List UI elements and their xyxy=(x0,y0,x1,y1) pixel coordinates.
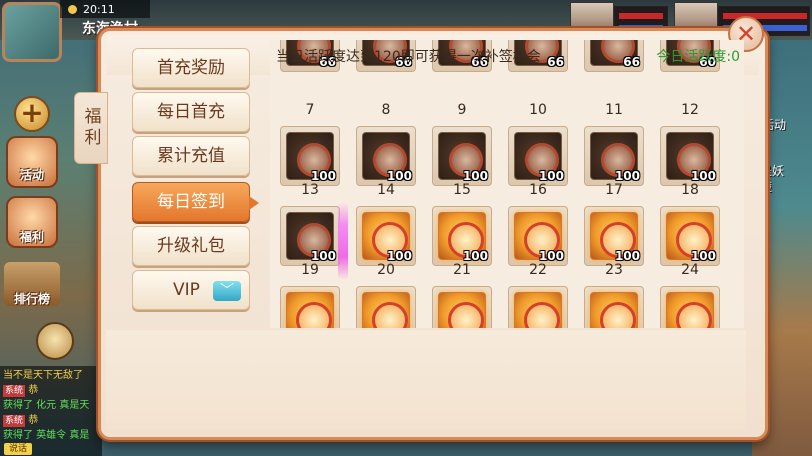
day-number: 21 xyxy=(453,262,471,278)
reward-quantity: 100 xyxy=(462,249,488,263)
signin-reward-cell[interactable]: 100 xyxy=(660,286,720,328)
signin-reward-cell[interactable]: 100 xyxy=(584,286,644,328)
menu-label: 累计充值 xyxy=(157,146,225,166)
day-number: 22 xyxy=(529,262,547,278)
day-number: 16 xyxy=(529,182,547,198)
dialog-bottom-area xyxy=(106,330,746,430)
reward-quantity: 66 xyxy=(547,55,564,69)
coin-icon xyxy=(68,4,77,14)
player-avatar[interactable] xyxy=(2,2,62,62)
signin-reward-cell[interactable]: 100 xyxy=(356,126,416,186)
signin-reward-cell[interactable]: 100 xyxy=(508,206,568,266)
chat-input-tag[interactable]: 说话 xyxy=(4,443,32,455)
signin-reward-cell[interactable]: 100 xyxy=(280,286,340,328)
day-number: 19 xyxy=(301,262,319,278)
signin-reward-cell[interactable]: 100 xyxy=(508,286,568,328)
welfare-icon-label: 福利 xyxy=(19,230,44,244)
signin-grid-area[interactable]: 66 66 66 66 66 60 100 100 100 100 100 100 100 100 100 1… xyxy=(270,40,744,328)
reward-quantity: 100 xyxy=(386,169,412,183)
target-hp-bar xyxy=(619,13,663,19)
reward-quantity: 100 xyxy=(614,169,640,183)
menu-label: VIP xyxy=(173,280,200,300)
leaderboard-icon-label: 排行榜 xyxy=(13,292,50,306)
reward-quantity: 100 xyxy=(538,169,564,183)
day-number: 10 xyxy=(529,102,547,118)
day-number: 13 xyxy=(301,182,319,198)
reward-quantity: 100 xyxy=(310,249,336,263)
day-number: 8 xyxy=(381,102,391,118)
reward-quantity: 100 xyxy=(462,169,488,183)
menu-daily-signin[interactable]: 每日签到 xyxy=(132,182,259,222)
day-number: 7 xyxy=(305,102,315,118)
signin-reward-cell[interactable]: 100 xyxy=(280,126,340,186)
chat-bubble-button[interactable] xyxy=(36,322,74,360)
expand-plus-button[interactable]: + xyxy=(14,96,50,132)
signin-reward-cell[interactable]: 100 xyxy=(356,286,416,328)
reward-quantity: 100 xyxy=(310,169,336,183)
reward-quantity: 100 xyxy=(690,249,716,263)
signin-reward-cell[interactable]: 100 xyxy=(432,126,492,186)
day-number: 24 xyxy=(681,262,699,278)
day-number: 14 xyxy=(377,182,395,198)
menu-daily-first-recharge[interactable]: 每日首充 xyxy=(132,92,250,132)
day-number: 20 xyxy=(377,262,395,278)
chat-line: 当不是天下无敌了 xyxy=(3,370,83,381)
clock-time: 20:11 xyxy=(83,2,115,16)
signin-reward-cell[interactable]: 100 xyxy=(432,206,492,266)
welfare-side-tab[interactable]: 福利 xyxy=(74,92,108,164)
makeup-signin-note: 当日活跃度达到120即可获得一次补签机会 xyxy=(276,49,541,65)
activity-icon-label: 活动 xyxy=(19,168,44,182)
menu-first-recharge[interactable]: 首充奖励 xyxy=(132,48,250,88)
menu-vip[interactable]: VIP ﹀ xyxy=(132,270,250,310)
signin-reward-cell[interactable]: 100 xyxy=(432,286,492,328)
day-number: 18 xyxy=(681,182,699,198)
menu-cumulative-recharge[interactable]: 累计充值 xyxy=(132,136,250,176)
signin-reward-cell[interactable]: 100 xyxy=(660,126,720,186)
reward-quantity: 100 xyxy=(386,249,412,263)
reward-quantity: 100 xyxy=(690,169,716,183)
day-number: 12 xyxy=(681,102,699,118)
menu-label: 升级礼包 xyxy=(157,236,225,256)
today-activity: 今日活跃度:0 xyxy=(656,49,740,65)
reward-item-icon xyxy=(286,292,334,328)
reward-item-icon xyxy=(666,292,714,328)
signin-reward-cell[interactable]: 100 xyxy=(584,126,644,186)
menu-levelup-gift[interactable]: 升级礼包 xyxy=(132,226,250,266)
reward-item-icon xyxy=(590,292,638,328)
day-number: 23 xyxy=(605,262,623,278)
chat-line: 获得了 化元 真是天 xyxy=(3,400,90,411)
signin-reward-cell[interactable]: 100 xyxy=(508,126,568,186)
signin-reward-cell[interactable]: 100 xyxy=(660,206,720,266)
chevron-down-icon[interactable]: ﹀ xyxy=(213,281,241,301)
chat-line: 系统 恭 xyxy=(3,415,39,427)
reward-quantity: 100 xyxy=(614,249,640,263)
reward-item-icon xyxy=(362,292,410,328)
sparkle-effect xyxy=(338,202,348,280)
reward-item-icon xyxy=(438,292,486,328)
reward-item-icon xyxy=(514,292,562,328)
menu-label: 首充奖励 xyxy=(157,58,225,78)
menu-label: 每日签到 xyxy=(157,192,225,212)
day-number: 17 xyxy=(605,182,623,198)
signin-reward-cell[interactable]: 100 xyxy=(356,206,416,266)
chat-line: 获得了 英雄令 真是 xyxy=(3,430,90,441)
day-number: 9 xyxy=(457,102,467,118)
signin-reward-cell[interactable]: 100 xyxy=(584,206,644,266)
day-number: 15 xyxy=(453,182,471,198)
chat-line: 系统 恭 xyxy=(3,385,39,397)
clock: 20:11 xyxy=(60,0,150,18)
reward-quantity: 100 xyxy=(538,249,564,263)
menu-label: 每日首充 xyxy=(157,102,225,122)
day-number: 11 xyxy=(605,102,623,118)
signin-reward-cell[interactable]: 100 xyxy=(280,206,340,266)
